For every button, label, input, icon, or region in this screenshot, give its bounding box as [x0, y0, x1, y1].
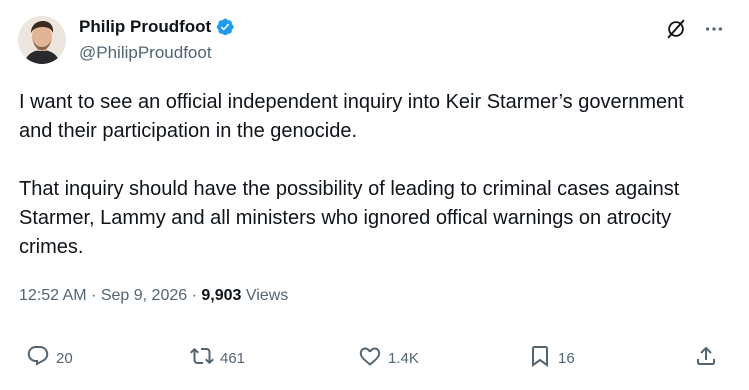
tweet-header-actions — [663, 16, 727, 42]
tweet-date[interactable]: Sep 9, 2026 — [101, 287, 187, 304]
bookmark-button[interactable]: 16 — [528, 340, 575, 376]
like-button[interactable]: 1.4K — [358, 340, 419, 376]
tweet-paragraph: That inquiry should have the possibility… — [19, 178, 680, 258]
share-button[interactable] — [694, 340, 718, 376]
tweet-time[interactable]: 12:52 AM — [19, 287, 87, 304]
tweet-text: I want to see an official independent in… — [19, 88, 719, 262]
like-count: 1.4K — [388, 349, 419, 367]
share-icon — [694, 344, 718, 372]
meta-separator: · — [91, 287, 97, 304]
verified-badge-icon[interactable] — [215, 17, 235, 37]
tweet-paragraph: I want to see an official independent in… — [19, 91, 684, 142]
tweet-meta: 12:52 AM · Sep 9, 2026 · 9,903 Views — [19, 286, 288, 306]
like-icon — [358, 344, 382, 372]
bookmark-count: 16 — [558, 349, 575, 367]
views-label: Views — [245, 287, 289, 304]
more-icon[interactable] — [701, 16, 727, 42]
meta-separator: · — [191, 287, 197, 304]
tweet-action-bar: 20 461 1.4K 16 — [0, 340, 749, 376]
bookmark-icon — [528, 344, 552, 372]
reply-button[interactable]: 20 — [26, 340, 73, 376]
reply-count: 20 — [56, 349, 73, 367]
views-count: 9,903 — [201, 287, 242, 304]
grok-icon[interactable] — [663, 16, 689, 42]
repost-button[interactable]: 461 — [190, 340, 245, 376]
avatar[interactable] — [18, 16, 66, 64]
tweet: Philip Proudfoot @PhilipProudfoot I want… — [0, 0, 749, 390]
author-name-row: Philip Proudfoot — [79, 17, 235, 37]
reply-icon — [26, 344, 50, 372]
author-handle[interactable]: @PhilipProudfoot — [79, 43, 212, 63]
display-name[interactable]: Philip Proudfoot — [79, 17, 211, 37]
repost-count: 461 — [220, 349, 246, 367]
repost-icon — [190, 344, 214, 372]
